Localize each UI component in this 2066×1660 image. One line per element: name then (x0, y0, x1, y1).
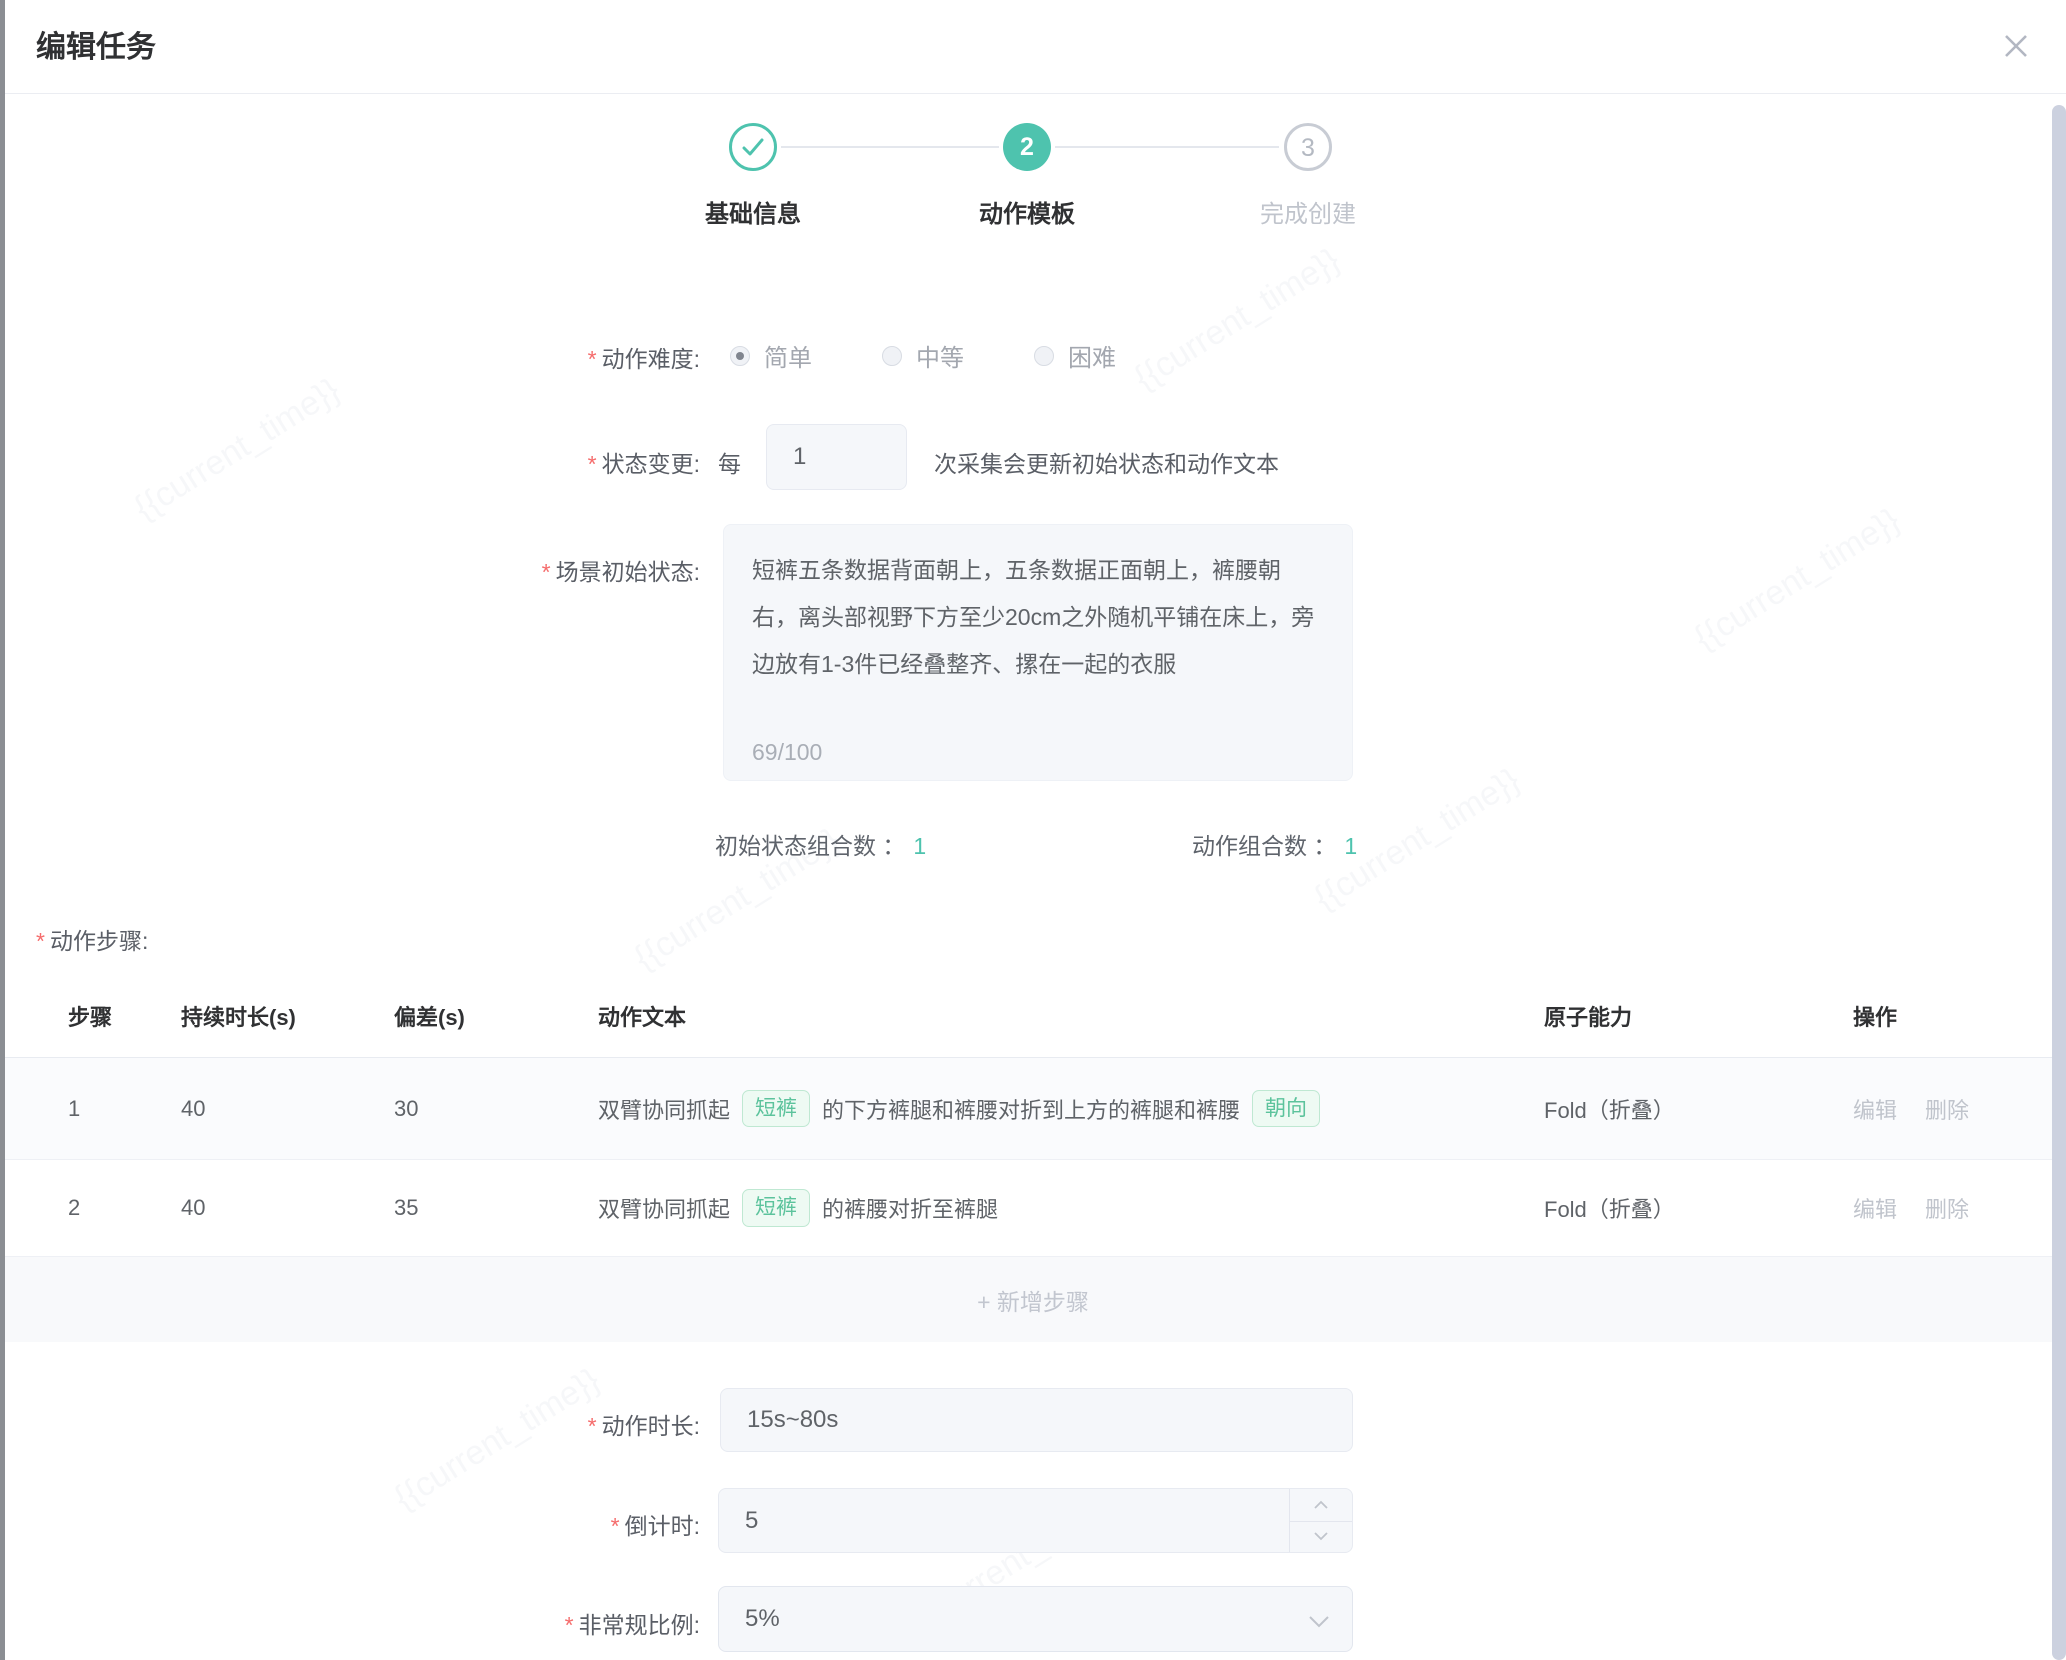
cell-duration: 40 (181, 1160, 205, 1256)
scene-initial-state-textarea[interactable]: 短裤五条数据背面朝上，五条数据正面朝上，裤腰朝右，离头部视野下方至少20cm之外… (723, 524, 1353, 781)
cell-deviation: 30 (394, 1058, 418, 1159)
duration-input[interactable] (720, 1388, 1353, 1452)
duration-label: *动作时长: (0, 1407, 700, 1441)
stepper-connector (781, 146, 999, 148)
number-stepper (1289, 1489, 1352, 1552)
vertical-scrollbar[interactable] (2052, 105, 2066, 1660)
state-change-suffix: 次采集会更新初始状态和动作文本 (934, 445, 1279, 479)
left-edge-strip (0, 0, 5, 1660)
cell-duration: 40 (181, 1058, 205, 1159)
increase-button[interactable] (1290, 1489, 1352, 1522)
difficulty-label: *动作难度: (0, 340, 700, 374)
watermark-text: {{current_time}} (1687, 501, 1906, 658)
cell-ability: Fold（折叠） (1544, 1058, 1675, 1159)
decrease-button[interactable] (1290, 1521, 1352, 1553)
step-2-label: 动作模板 (979, 194, 1075, 229)
watermark-text: {{current_time}} (1127, 241, 1346, 398)
step-3-indicator: 3 (1284, 123, 1332, 171)
header-duration: 持续时长(s) (181, 975, 296, 1057)
radio-unselected-icon (1034, 346, 1054, 366)
delete-link[interactable]: 删除 (1925, 1160, 1969, 1256)
step-1-label: 基础信息 (705, 194, 801, 229)
cell-action-text: 双臂协同抓起 短裤 的裤腰对折至裤腿 (598, 1160, 1528, 1256)
dialog-title: 编辑任务 (36, 22, 156, 66)
add-step-row: + 新增步骤 (0, 1257, 2066, 1342)
state-change-prefix: 每 (718, 445, 741, 479)
stepper-connector (1055, 146, 1279, 148)
action-steps-table: 步骤 持续时长(s) 偏差(s) 动作文本 原子能力 操作 1 40 30 双臂… (0, 975, 2066, 1342)
unusual-ratio-select[interactable]: 5% (718, 1586, 1353, 1652)
radio-hard[interactable]: 困难 (1034, 338, 1116, 373)
unusual-ratio-label: *非常规比例: (0, 1606, 700, 1640)
cell-step: 2 (68, 1160, 80, 1256)
cell-ability: Fold（折叠） (1544, 1160, 1675, 1256)
dialog-header: 编辑任务 (0, 0, 2066, 94)
action-combo-count: 动作组合数 ：1 (1192, 827, 1357, 861)
cell-step: 1 (68, 1058, 80, 1159)
add-step-button[interactable]: + 新增步骤 (977, 1283, 1089, 1317)
radio-unselected-icon (882, 346, 902, 366)
state-change-label: *状态变更: (0, 445, 700, 479)
header-deviation: 偏差(s) (394, 975, 465, 1057)
close-icon[interactable] (1996, 26, 2036, 66)
check-icon (732, 126, 774, 168)
chevron-down-icon (1313, 1531, 1329, 1541)
delete-link[interactable]: 删除 (1925, 1058, 1969, 1159)
object-tag: 短裤 (742, 1090, 810, 1127)
scene-initial-state-text: 短裤五条数据背面朝上，五条数据正面朝上，裤腰朝右，离头部视野下方至少20cm之外… (752, 547, 1326, 688)
header-ability: 原子能力 (1544, 975, 1632, 1057)
table-header-row: 步骤 持续时长(s) 偏差(s) 动作文本 原子能力 操作 (0, 975, 2066, 1058)
difficulty-radio-group: 简单 中等 困难 (730, 338, 1116, 373)
action-steps-label: *动作步骤: (36, 922, 148, 956)
header-operations: 操作 (1853, 975, 1897, 1057)
cell-deviation: 35 (394, 1160, 418, 1256)
chevron-down-icon (1308, 1615, 1330, 1628)
step-3-label: 完成创建 (1260, 194, 1356, 229)
edit-link[interactable]: 编辑 (1853, 1160, 1897, 1256)
initial-state-label: *场景初始状态: (0, 553, 700, 587)
state-change-input[interactable] (766, 424, 907, 490)
edit-link[interactable]: 编辑 (1853, 1058, 1897, 1159)
step-1-indicator (729, 123, 777, 171)
radio-selected-icon (730, 346, 750, 366)
object-tag: 短裤 (742, 1189, 810, 1226)
table-row: 1 40 30 双臂协同抓起 短裤 的下方裤腿和裤腰对折到上方的裤腿和裤腰 朝向… (0, 1058, 2066, 1160)
radio-medium[interactable]: 中等 (882, 338, 964, 373)
countdown-stepper: 5 (718, 1488, 1353, 1553)
countdown-value[interactable]: 5 (745, 1489, 758, 1552)
header-step: 步骤 (68, 975, 112, 1057)
cell-action-text: 双臂协同抓起 短裤 的下方裤腿和裤腰对折到上方的裤腿和裤腰 朝向 (598, 1058, 1528, 1159)
chevron-up-icon (1313, 1500, 1329, 1510)
initial-combo-count: 初始状态组合数 ：1 (715, 827, 926, 861)
table-row: 2 40 35 双臂协同抓起 短裤 的裤腰对折至裤腿 Fold（折叠） 编辑 删… (0, 1160, 2066, 1257)
radio-easy[interactable]: 简单 (730, 338, 812, 373)
header-action-text: 动作文本 (598, 975, 1528, 1057)
selected-value: 5% (745, 1587, 780, 1651)
orientation-tag: 朝向 (1252, 1090, 1320, 1127)
step-2-indicator: 2 (1003, 123, 1051, 171)
char-counter: 69/100 (752, 739, 822, 766)
countdown-label: *倒计时: (0, 1507, 700, 1541)
